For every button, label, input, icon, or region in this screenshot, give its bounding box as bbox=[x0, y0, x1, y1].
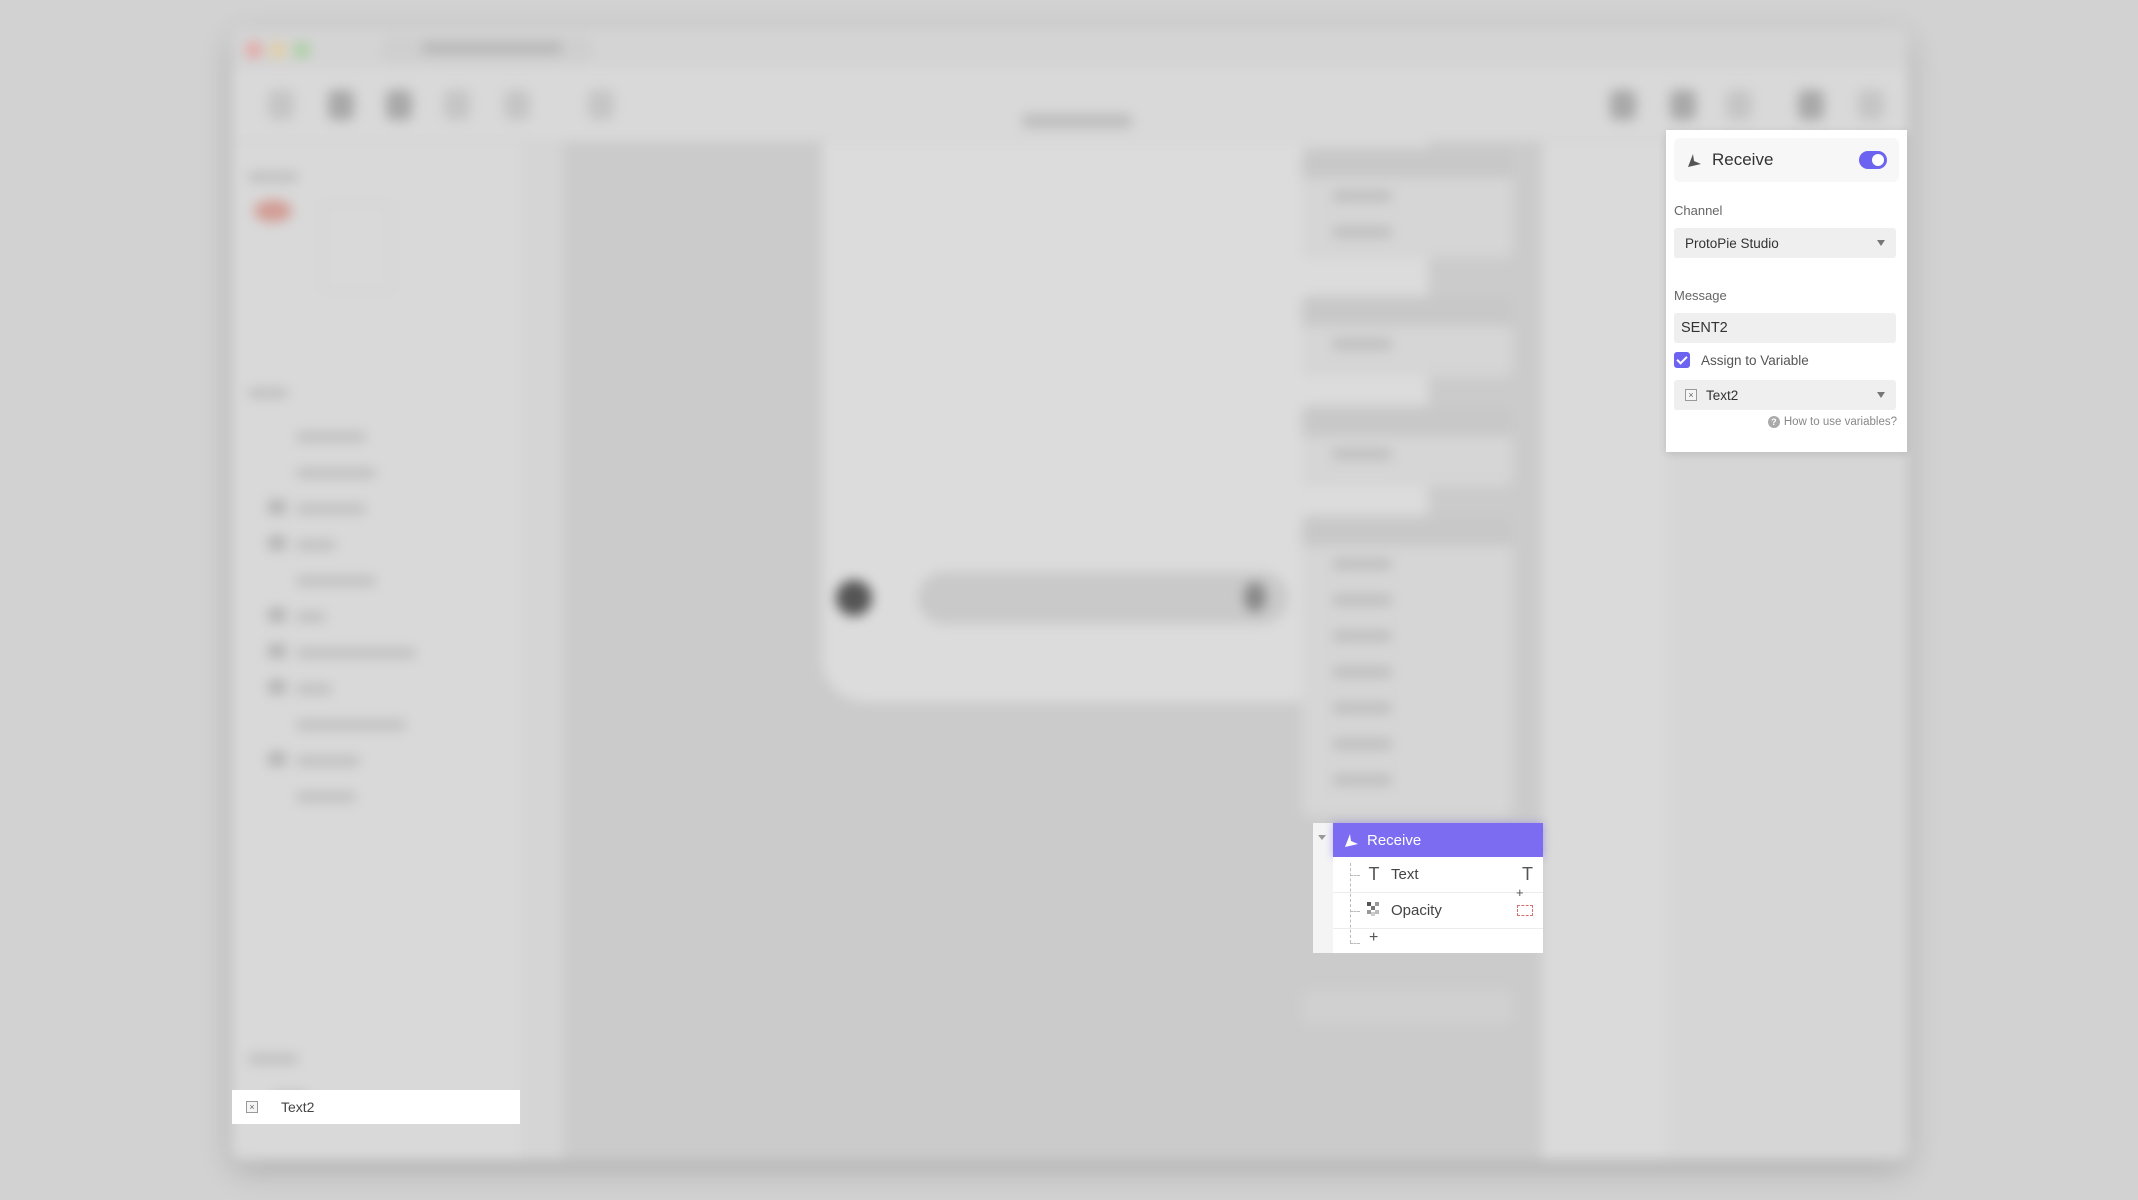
layer-item[interactable] bbox=[296, 720, 406, 730]
receive-icon bbox=[1345, 834, 1358, 847]
layer-item[interactable] bbox=[296, 684, 332, 694]
toolbar-action-icon[interactable] bbox=[1670, 90, 1696, 120]
close-window-button[interactable] bbox=[246, 42, 262, 58]
channel-value: ProtoPie Studio bbox=[1685, 235, 1779, 251]
channel-label: Channel bbox=[1674, 203, 1723, 218]
channel-select[interactable]: ProtoPie Studio bbox=[1674, 228, 1896, 258]
toolbar-action-icon[interactable] bbox=[1858, 90, 1884, 120]
response-item-text[interactable]: T Text T bbox=[1333, 857, 1543, 893]
layer-item[interactable] bbox=[296, 432, 366, 442]
layers-heading bbox=[248, 388, 288, 398]
layer-icon bbox=[268, 536, 286, 550]
layer-item[interactable] bbox=[296, 612, 326, 622]
toolbar-tool-icon[interactable] bbox=[588, 90, 614, 120]
help-link-text: How to use variables? bbox=[1783, 416, 1897, 428]
layer-icon bbox=[268, 644, 286, 658]
layer-item[interactable] bbox=[296, 792, 356, 802]
layer-icon bbox=[268, 680, 286, 694]
add-response-button[interactable]: + bbox=[1369, 930, 1378, 946]
target-layer-icon bbox=[1517, 905, 1533, 916]
trigger-header: Receive bbox=[1674, 138, 1899, 182]
layers-panel bbox=[232, 142, 522, 1160]
toolbar-tool-icon[interactable] bbox=[504, 90, 530, 120]
variable-list-item-selected[interactable]: × Text2 bbox=[232, 1090, 520, 1124]
tree-connector bbox=[1350, 943, 1360, 944]
message-input[interactable] bbox=[1674, 313, 1896, 343]
text-layer-icon: T bbox=[1522, 864, 1533, 884]
variable-value: Text2 bbox=[1706, 387, 1739, 403]
variables-heading bbox=[248, 1054, 298, 1064]
trigger-properties-panel: Receive Channel ProtoPie Studio Message … bbox=[1666, 130, 1907, 452]
toolbar bbox=[232, 68, 1908, 142]
trigger-title: Receive bbox=[1712, 150, 1774, 169]
layer-item[interactable] bbox=[296, 504, 366, 514]
app-window-background bbox=[232, 28, 1908, 1160]
receive-trigger-block: Receive T Text T + Opacity + bbox=[1313, 823, 1543, 953]
add-trigger-button[interactable] bbox=[1302, 990, 1512, 1024]
scene-thumbnail[interactable] bbox=[322, 202, 392, 292]
layer-item[interactable] bbox=[296, 756, 360, 766]
variable-icon: × bbox=[1685, 389, 1697, 401]
response-label: Text bbox=[1391, 866, 1419, 883]
chevron-down-icon bbox=[1877, 392, 1885, 398]
layer-item[interactable] bbox=[296, 576, 376, 586]
toolbar-action-icon[interactable] bbox=[1610, 90, 1636, 120]
collapse-arrow-icon[interactable] bbox=[1318, 835, 1326, 840]
assign-to-variable-label: Assign to Variable bbox=[1701, 352, 1809, 368]
trigger-block-header[interactable]: Receive bbox=[1333, 823, 1543, 857]
toolbar-tool-icon[interactable] bbox=[328, 90, 354, 120]
layer-item[interactable] bbox=[296, 468, 376, 478]
minimize-window-button[interactable] bbox=[270, 42, 286, 58]
variable-select[interactable]: × Text2 bbox=[1674, 380, 1896, 410]
response-item-opacity[interactable]: Opacity bbox=[1333, 893, 1543, 929]
receive-icon bbox=[1688, 154, 1701, 167]
avatar bbox=[836, 580, 872, 616]
interaction-block[interactable] bbox=[1302, 296, 1512, 376]
title-bar bbox=[232, 28, 1908, 68]
document-tab-label bbox=[422, 42, 562, 54]
toolbar-tool-icon[interactable] bbox=[444, 90, 470, 120]
opacity-icon bbox=[1365, 901, 1383, 920]
trigger-enabled-toggle[interactable] bbox=[1859, 151, 1887, 169]
toolbar-tool-icon[interactable] bbox=[268, 90, 294, 120]
response-label: Opacity bbox=[1391, 902, 1442, 919]
toolbar-tool-icon[interactable] bbox=[386, 90, 412, 120]
scenes-heading bbox=[248, 172, 298, 182]
vertical-ruler bbox=[524, 142, 560, 1160]
assign-to-variable-checkbox[interactable]: Assign to Variable bbox=[1674, 352, 1809, 368]
zoom-level-display bbox=[1022, 114, 1132, 128]
trigger-block-label: Receive bbox=[1367, 831, 1422, 849]
variable-icon: × bbox=[246, 1101, 258, 1113]
responses-list: T Text T + Opacity + bbox=[1333, 857, 1543, 953]
checkbox-checked-icon[interactable] bbox=[1674, 352, 1690, 368]
layer-icon bbox=[268, 608, 286, 622]
text-icon: T bbox=[1368, 864, 1380, 884]
help-icon: ? bbox=[1767, 416, 1780, 428]
mic-icon bbox=[1244, 582, 1266, 612]
layer-item[interactable] bbox=[296, 540, 336, 550]
scene-thumbnail[interactable] bbox=[254, 200, 292, 222]
trigger-gutter bbox=[1313, 823, 1333, 953]
layer-icon bbox=[268, 500, 286, 514]
interaction-block[interactable] bbox=[1302, 148, 1512, 258]
interaction-block[interactable] bbox=[1302, 406, 1512, 486]
help-link[interactable]: ? How to use variables? bbox=[1767, 416, 1897, 428]
toolbar-action-icon[interactable] bbox=[1798, 90, 1824, 120]
chevron-down-icon bbox=[1877, 240, 1885, 246]
interaction-block[interactable] bbox=[1302, 516, 1512, 816]
toolbar-action-icon[interactable] bbox=[1726, 90, 1752, 120]
maximize-window-button[interactable] bbox=[294, 42, 310, 58]
layer-icon bbox=[268, 752, 286, 766]
layer-item[interactable] bbox=[296, 648, 416, 658]
message-label: Message bbox=[1674, 288, 1727, 303]
variable-name: Text2 bbox=[281, 1099, 315, 1115]
message-input-mockup bbox=[918, 572, 1288, 624]
